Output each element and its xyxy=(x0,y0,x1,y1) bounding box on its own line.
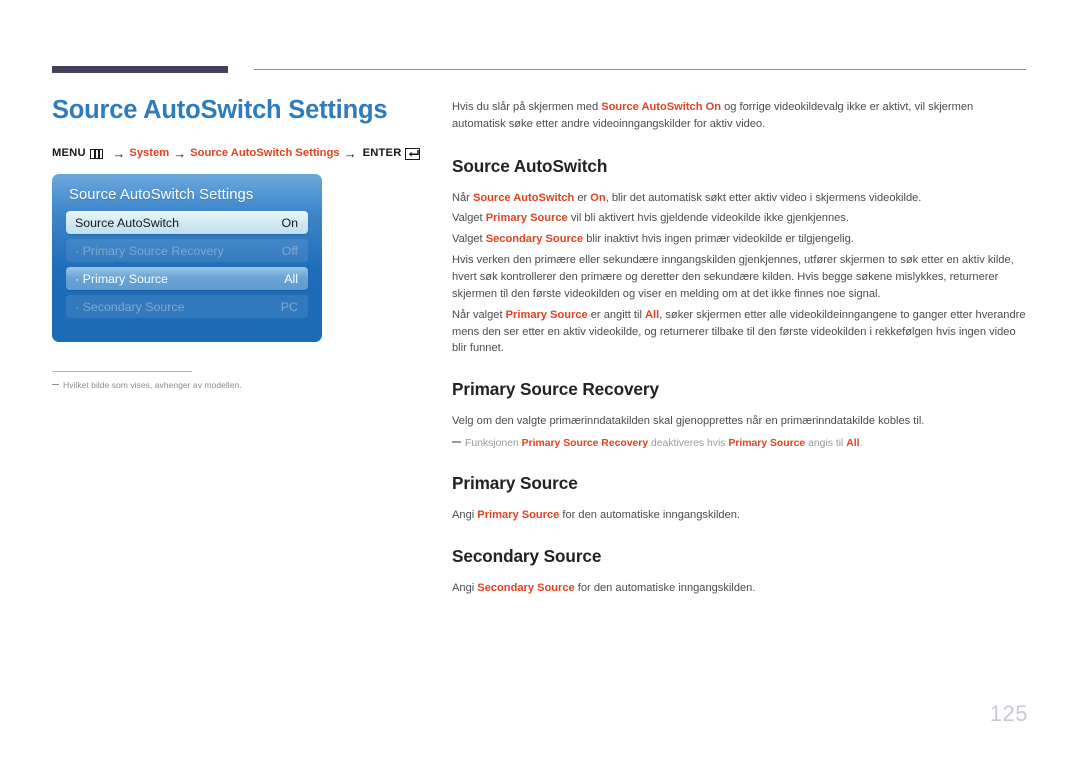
breadcrumb-arrow-3: → xyxy=(343,146,357,162)
term-on: On xyxy=(590,191,606,204)
term-all: All xyxy=(846,437,860,449)
section-0-paragraph-4: Når valget Primary Source er angitt til … xyxy=(452,307,1028,358)
osd-row-value: Off xyxy=(281,243,298,258)
osd-title: Source AutoSwitch Settings xyxy=(69,187,254,204)
text-fragment: Angi xyxy=(452,581,478,594)
text-fragment: Valget xyxy=(452,212,486,225)
text-fragment: Når xyxy=(452,191,473,204)
text-fragment: vil bli aktivert hvis gjeldende videokil… xyxy=(567,212,849,225)
manual-page: Source AutoSwitch Settings MENU → System… xyxy=(0,0,1080,763)
right-column: Hvis du slår på skjermen med Source Auto… xyxy=(452,99,1028,601)
enter-key-icon xyxy=(405,147,420,160)
intro-text-a: Hvis du slår på skjermen med xyxy=(452,101,602,113)
text-fragment: Funksjonen xyxy=(465,437,522,449)
left-footnote: Hvilket bilde som vises, avhenger av mod… xyxy=(52,379,392,391)
text-fragment: Hvis verken den primære eller sekundære … xyxy=(452,254,1014,300)
term-all: All xyxy=(645,308,660,321)
osd-row-source-autoswitch[interactable]: Source AutoSwitch On xyxy=(66,211,308,235)
osd-row-label: · Primary Source xyxy=(75,271,168,286)
text-fragment: Angi xyxy=(452,509,478,522)
osd-row-value: On xyxy=(281,215,298,230)
osd-preview: Source AutoSwitch Settings Source AutoSw… xyxy=(52,174,322,343)
menu-path-breadcrumb: MENU → System → Source AutoSwitch Settin… xyxy=(52,147,420,160)
section-0-paragraph-1: Valget Primary Source vil bli aktivert h… xyxy=(452,210,1028,227)
osd-row-value: All xyxy=(284,271,298,286)
text-fragment: . xyxy=(859,437,863,449)
section-3-paragraph-0: Angi Secondary Source for den automatisk… xyxy=(452,580,1028,597)
section-0-paragraph-0: Når Source AutoSwitch er On, blir det au… xyxy=(452,190,1028,207)
menu-grid-icon xyxy=(89,148,104,159)
text-fragment: er xyxy=(574,191,591,204)
osd-row-label: · Secondary Source xyxy=(75,299,185,314)
section-heading-secondary-source: Secondary Source xyxy=(452,546,602,567)
text-fragment: for den automatiske inngangskilden. xyxy=(574,581,756,594)
term-primary-source-recovery: Primary Source Recovery xyxy=(521,437,649,449)
section-heading-source-autoswitch: Source AutoSwitch xyxy=(452,155,608,176)
intro-term-source-autoswitch-on: Source AutoSwitch On xyxy=(601,101,721,113)
term-primary-source: Primary Source xyxy=(477,509,560,522)
section-0-paragraph-2: Valget Secondary Source blir inaktivt hv… xyxy=(452,231,1028,248)
page-number: 125 xyxy=(989,701,1028,726)
text-fragment: angis til xyxy=(805,437,847,449)
section-1-note: Funksjonen Primary Source Recovery deakt… xyxy=(452,436,1028,452)
page-title: Source AutoSwitch Settings xyxy=(52,96,388,124)
term-secondary-source: Secondary Source xyxy=(477,581,575,594)
footnote-text: Hvilket bilde som vises, avhenger av mod… xyxy=(63,380,242,390)
breadcrumb-step-source-autoswitch-settings: Source AutoSwitch Settings xyxy=(190,147,340,160)
section-2-paragraph-0: Angi Primary Source for den automatiske … xyxy=(452,507,1028,524)
osd-row-label: · Primary Source Recovery xyxy=(75,243,224,258)
osd-row-label: Source AutoSwitch xyxy=(75,215,180,230)
term-primary-source: Primary Source xyxy=(505,308,588,321)
text-fragment: Valget xyxy=(452,233,486,246)
left-column: Source AutoSwitch Settings MENU → System… xyxy=(52,96,420,343)
intro-paragraph: Hvis du slår på skjermen med Source Auto… xyxy=(452,99,1028,133)
breadcrumb-arrow-1: → xyxy=(112,146,126,162)
osd-row-primary-source-recovery: · Primary Source Recovery Off xyxy=(66,239,308,263)
section-heading-primary-source: Primary Source xyxy=(452,473,578,494)
term-secondary-source: Secondary Source xyxy=(485,233,584,246)
section-heading-primary-source-recovery: Primary Source Recovery xyxy=(452,379,659,400)
breadcrumb-arrow-2: → xyxy=(173,146,187,162)
text-fragment: Velg om den valgte primærinndatakilden s… xyxy=(452,415,925,428)
text-fragment: deaktiveres hvis xyxy=(648,437,729,449)
term-primary-source: Primary Source xyxy=(485,212,568,225)
breadcrumb-menu-label: MENU xyxy=(52,147,86,160)
osd-row-secondary-source: · Secondary Source PC xyxy=(66,295,308,319)
footnote-divider xyxy=(52,371,192,372)
osd-row-value: PC xyxy=(280,299,298,314)
footnote-dash-icon xyxy=(52,384,59,385)
text-fragment: , blir det automatisk søkt etter aktiv v… xyxy=(605,191,922,204)
header-rule-thin xyxy=(254,69,1026,70)
term-primary-source: Primary Source xyxy=(728,437,806,449)
text-fragment: Når valget xyxy=(452,308,506,321)
header-rule-accent xyxy=(52,66,228,73)
term-source-autoswitch: Source AutoSwitch xyxy=(472,191,575,204)
osd-row-primary-source[interactable]: · Primary Source All xyxy=(66,267,308,291)
breadcrumb-enter-label: ENTER xyxy=(362,147,402,160)
breadcrumb-step-system: System xyxy=(129,147,170,160)
note-dash-icon xyxy=(452,441,461,443)
section-0-paragraph-3: Hvis verken den primære eller sekundære … xyxy=(452,252,1028,303)
text-fragment: for den automatiske inngangskilden. xyxy=(559,509,741,522)
text-fragment: er angitt til xyxy=(587,308,646,321)
text-fragment: blir inaktivt hvis ingen primær videokil… xyxy=(583,233,854,246)
section-1-paragraph-0: Velg om den valgte primærinndatakilden s… xyxy=(452,413,1028,430)
